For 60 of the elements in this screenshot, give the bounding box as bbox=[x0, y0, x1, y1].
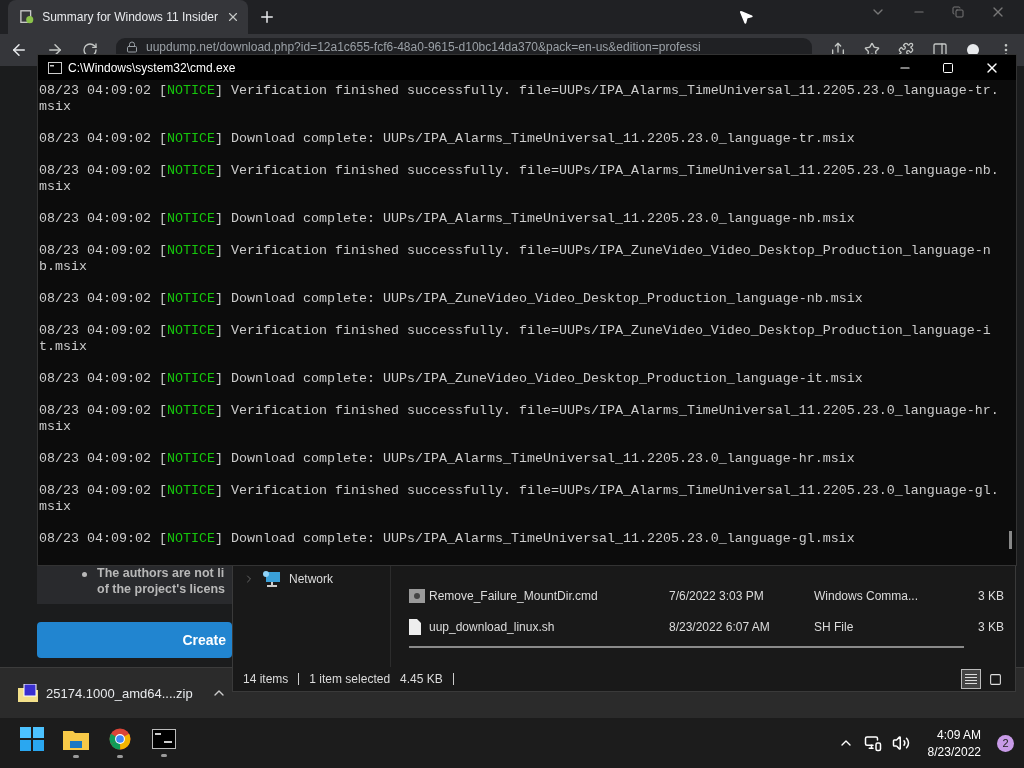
running-indicator bbox=[161, 754, 167, 757]
file-size: 3 KB bbox=[977, 619, 1004, 634]
file-name[interactable]: uup_download_linux.sh bbox=[429, 619, 669, 634]
volume-icon[interactable] bbox=[891, 734, 910, 752]
log-line: 08/23 04:09:02 [NOTICE] Download complete: UUPs/IPA_Alarms_TimeUniversal_11.2205.23.0_language-tr.msix bbox=[39, 131, 856, 147]
log-line: 08/23 04:09:02 [NOTICE] Verification finished successfully. file=UUPs/IPA_Alarms_TimeUniversal_11.2205.23.0_language-nb.msix bbox=[39, 163, 1000, 195]
cursor-icon bbox=[738, 9, 754, 25]
file-name[interactable]: Remove_Failure_MountDir.cmd bbox=[429, 588, 669, 603]
download-item[interactable]: 25174.1000_amd64....zip bbox=[46, 685, 193, 701]
log-line: 08/23 04:09:02 [NOTICE] Download complete: UUPs/IPA_Alarms_TimeUniversal_11.2205.23.0_language-gl.msix bbox=[39, 531, 856, 547]
selection-size: 4.45 KB bbox=[400, 672, 443, 686]
running-indicator bbox=[73, 755, 79, 758]
network-icon[interactable] bbox=[863, 734, 882, 752]
create-button[interactable]: Create bbox=[37, 622, 232, 658]
back-icon[interactable] bbox=[10, 41, 28, 59]
file-date: 8/23/2022 6:07 AM bbox=[669, 619, 771, 634]
log-line: 08/23 04:09:02 [NOTICE] Verification finished successfully. file=UUPs/IPA_Alarms_TimeUniversal_11.2205.23.0_language-gl.msix bbox=[39, 483, 1000, 515]
selection-info: 1 item selected bbox=[309, 672, 391, 686]
log-line: 08/23 04:09:02 [NOTICE] Verification finished successfully. file=UUPs/IPA_ZuneVideo_Video_Desktop_Production_language-nb.msix bbox=[39, 243, 992, 275]
notice-text: The authors are not li bbox=[97, 566, 225, 580]
log-line: 08/23 04:09:02 [NOTICE] Download complete: UUPs/IPA_ZuneVideo_Video_Desktop_Production_language-nb.msix bbox=[39, 291, 864, 307]
clock[interactable]: 4:09 AM 8/23/2022 bbox=[927, 727, 981, 759]
windows-logo-icon[interactable] bbox=[20, 727, 44, 751]
maximize-icon[interactable] bbox=[942, 61, 954, 74]
details-view-button[interactable] bbox=[961, 669, 981, 689]
file-icon bbox=[409, 618, 421, 635]
terminal-icon[interactable] bbox=[152, 729, 176, 749]
console-icon bbox=[48, 61, 62, 74]
file-date: 7/6/2022 3:03 PM bbox=[669, 588, 765, 603]
log-line: 08/23 04:09:02 [NOTICE] Verification finished successfully. file=UUPs/IPA_ZuneVideo_Video_Desktop_Production_language-it.msix bbox=[39, 323, 992, 355]
network-icon bbox=[263, 571, 281, 587]
item-count: 14 items bbox=[243, 672, 289, 686]
lock-icon[interactable] bbox=[126, 40, 138, 53]
tab-title: Summary for Windows 11 Insider bbox=[42, 10, 218, 24]
restore-icon[interactable] bbox=[952, 6, 964, 18]
log-line: 08/23 04:09:02 [NOTICE] Download complete: UUPs/IPA_Alarms_TimeUniversal_11.2205.23.0_language-nb.msix bbox=[39, 211, 856, 227]
zip-file-icon bbox=[18, 684, 38, 702]
notice-text: of the project's licens bbox=[97, 582, 225, 596]
file-type: Windows Comma... bbox=[814, 588, 920, 603]
square-icon bbox=[988, 672, 1002, 686]
log-line: 08/23 04:09:02 [NOTICE] Download complete: UUPs/IPA_Alarms_TimeUniversal_11.2205.23.0_language-hr.msix bbox=[39, 451, 856, 467]
url-text: uupdump.net/download.php?id=12a1c655-fcf6-48a0-9615-d10bc14da370&pack=en-us&edition=professi bbox=[146, 39, 701, 54]
file-size: 3 KB bbox=[977, 588, 1004, 603]
file-type: SH File bbox=[814, 619, 855, 634]
window-title: C:\Windows\system32\cmd.exe bbox=[68, 60, 236, 75]
running-indicator bbox=[117, 755, 123, 758]
close-icon[interactable] bbox=[226, 10, 240, 24]
list-icon bbox=[965, 674, 977, 684]
notification-badge[interactable]: 2 bbox=[997, 734, 1014, 752]
sidebar-item[interactable]: Network bbox=[289, 572, 333, 586]
log-line: 08/23 04:09:02 [NOTICE] Verification finished successfully. file=UUPs/IPA_Alarms_TimeUniversal_11.2205.23.0_language-hr.msix bbox=[39, 403, 1000, 435]
scrollbar bbox=[1009, 531, 1012, 549]
log-line: 08/23 04:09:02 [NOTICE] Verification finished successfully. file=UUPs/IPA_Alarms_TimeUniversal_11.2205.23.0_language-tr.msix bbox=[39, 83, 1000, 115]
new-tab-icon[interactable] bbox=[258, 8, 276, 26]
folder-icon[interactable] bbox=[63, 728, 89, 750]
chrome-icon[interactable] bbox=[109, 728, 131, 750]
browser-tab[interactable]: Summary for Windows 11 Insider bbox=[8, 0, 248, 34]
page-icon bbox=[20, 9, 35, 25]
bullet-icon bbox=[82, 572, 87, 577]
log-line: 08/23 04:09:02 [NOTICE] Download complete: UUPs/IPA_ZuneVideo_Video_Desktop_Production_language-it.msix bbox=[39, 371, 864, 387]
